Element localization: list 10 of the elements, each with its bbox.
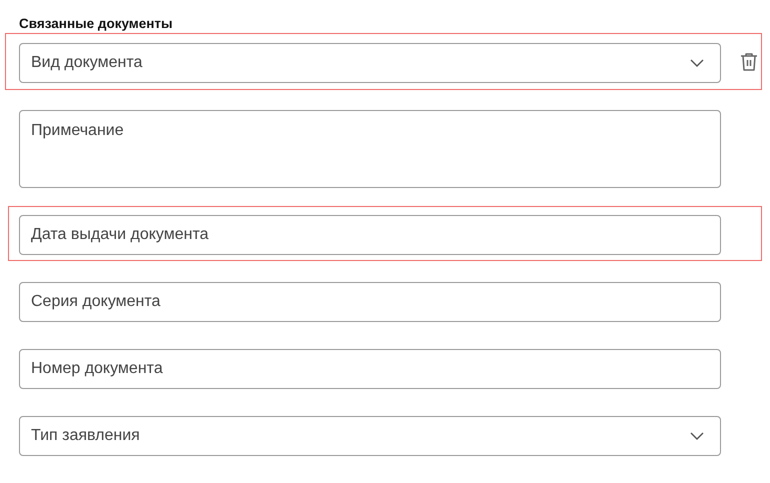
trash-icon[interactable]	[739, 52, 759, 72]
chevron-down-icon	[690, 59, 704, 67]
select-field[interactable]: Вид документа	[19, 43, 721, 83]
textarea-field[interactable]: Примечание	[19, 110, 721, 188]
input-field[interactable]: Серия документа	[19, 282, 721, 322]
input-field[interactable]: Дата выдачи документа	[19, 215, 721, 255]
select-field[interactable]: Тип заявления	[19, 416, 721, 456]
chevron-down-icon	[690, 432, 704, 440]
input-field[interactable]: Номер документа	[19, 349, 721, 389]
section-title: Связанные документы	[19, 16, 174, 32]
